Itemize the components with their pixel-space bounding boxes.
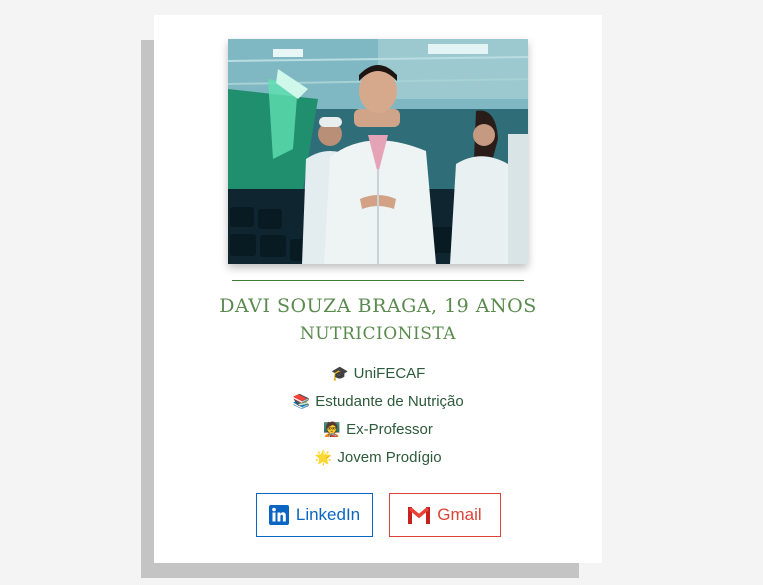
fact-item-teacher: 🧑‍🏫 Ex-Professor	[154, 419, 602, 447]
divider-line	[232, 280, 524, 281]
linkedin-icon	[268, 505, 289, 525]
profile-name: DAVI SOUZA BRAGA, 19 ANOS	[219, 295, 537, 317]
sun-icon: 🌟	[314, 450, 333, 466]
fact-text: UniFECAF	[353, 365, 426, 382]
fact-item-university: 🎓 UniFECAF	[154, 363, 602, 391]
fact-item-prodigy: 🌟 Jovem Prodígio	[154, 447, 602, 475]
gmail-label: Gmail	[437, 505, 482, 524]
fact-text: Estudante de Nutrição	[315, 393, 464, 410]
fact-text: Jovem Prodígio	[337, 449, 442, 466]
fact-text: Ex-Professor	[346, 421, 433, 438]
linkedin-label: LinkedIn	[295, 505, 361, 524]
graduation-cap-icon: 🎓	[330, 366, 349, 382]
fact-item-student: 📚 Estudante de Nutrição	[154, 391, 602, 419]
teacher-icon: 🧑‍🏫	[323, 422, 341, 438]
profile-card: DAVI SOUZA BRAGA, 19 ANOS NUTRICIONISTA …	[154, 15, 602, 563]
profile-role: NUTRICIONISTA	[299, 324, 457, 344]
linkedin-button[interactable]: LinkedIn	[256, 493, 373, 537]
gmail-icon	[408, 506, 431, 524]
books-icon: 📚	[292, 394, 310, 410]
facts-list: 🎓 UniFECAF 📚 Estudante de Nutrição 🧑‍🏫 Ex-P…	[154, 363, 602, 475]
gmail-button[interactable]: Gmail	[389, 493, 501, 537]
profile-photo	[228, 39, 528, 264]
